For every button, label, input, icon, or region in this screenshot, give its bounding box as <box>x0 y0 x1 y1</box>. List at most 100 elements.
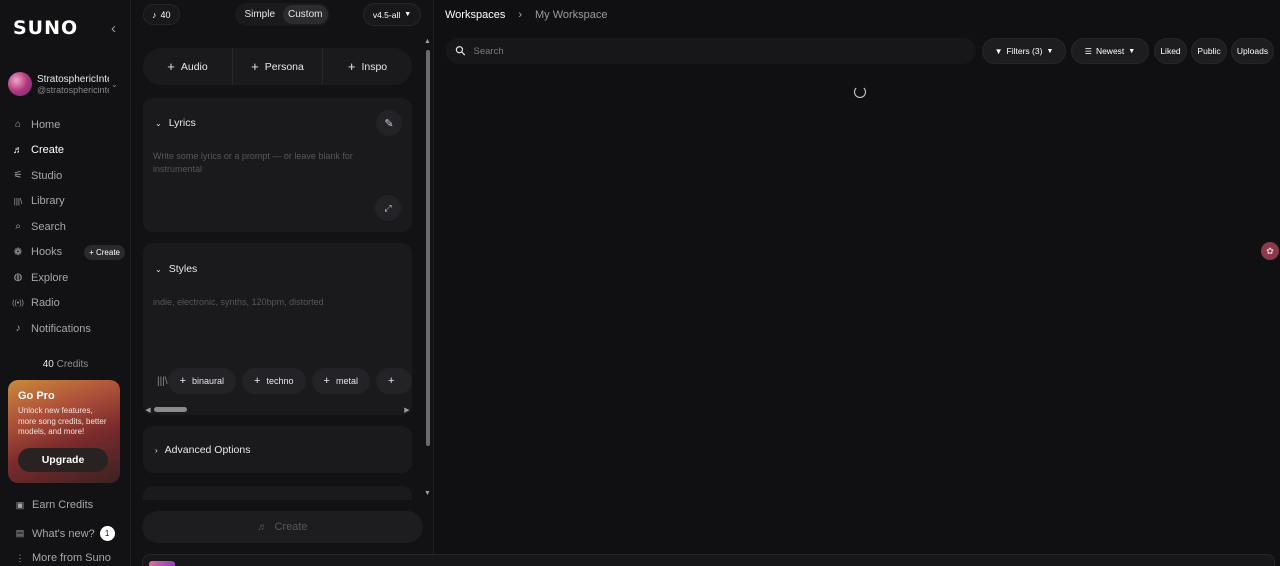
sidebar-item-studio[interactable]: ⚟ Studio <box>10 163 125 189</box>
floating-assistant-icon[interactable]: ✿ <box>1261 242 1279 260</box>
credit-count: 40 <box>160 9 171 20</box>
search-bar[interactable]: ⚲ <box>446 38 976 64</box>
upgrade-button[interactable]: Upgrade <box>18 448 108 472</box>
bell-icon: ♪ <box>15 323 21 335</box>
search-icon: ⚲ <box>451 41 470 60</box>
profile-name: StratosphericInte <box>37 73 109 85</box>
sidebar-item-label: Studio <box>31 169 63 182</box>
sidebar-item-notifications[interactable]: ♪ Notifications <box>10 316 125 342</box>
breadcrumb-current: My Workspace <box>535 9 608 21</box>
model-select[interactable]: v4.5-all ▼ <box>363 3 421 26</box>
add-persona-button[interactable]: + Persona <box>233 48 323 85</box>
caret-down-icon: ▼ <box>1128 47 1136 55</box>
track-thumbnail[interactable] <box>149 561 175 566</box>
plus-icon: + <box>387 375 395 387</box>
create-button[interactable]: ♬ Create <box>142 511 423 543</box>
public-filter-button[interactable]: Public <box>1191 38 1227 64</box>
style-tag[interactable]: + techno <box>242 368 306 394</box>
sidebar-item-radio[interactable]: ((•)) Radio <box>10 291 125 317</box>
add-audio-label: Audio <box>180 60 208 73</box>
music-note-icon: ♪ <box>152 9 157 20</box>
styles-input[interactable]: indie, electronic, synths, 120bpm, disto… <box>153 296 373 309</box>
lyrics-toggle[interactable]: ⌄ Lyrics <box>155 117 196 129</box>
model-value: v4.5-all <box>372 9 401 20</box>
styles-toggle[interactable]: ⌄ Styles <box>155 263 197 275</box>
credits-value: 40 <box>42 359 54 370</box>
sidebar-nav: ⌂ Home ♬ Create ⚟ Studio |||\ Library ⌕ … <box>10 112 125 342</box>
player-bar[interactable] <box>142 554 1275 566</box>
sidebar-item-explore[interactable]: ◍ Explore <box>10 265 125 291</box>
sort-button[interactable]: ☰ Newest ▼ <box>1071 38 1149 64</box>
credits-count: 40 Credits <box>0 359 131 370</box>
sidebar-item-label: Create <box>31 144 65 157</box>
scroll-left-icon[interactable]: ◀ <box>143 406 153 414</box>
plus-icon: + <box>347 59 356 74</box>
plus-icon: + <box>323 375 330 387</box>
advanced-options-toggle[interactable]: › Advanced Options <box>155 444 250 456</box>
mode-custom-tab[interactable]: Custom <box>282 5 328 24</box>
chevron-down-icon: ⌄ <box>155 118 162 128</box>
sort-icon: ☰ <box>1084 46 1092 56</box>
profile-handle: @stratosphericinte <box>37 84 109 95</box>
news-icon: ▤ <box>15 528 25 538</box>
profile-switcher[interactable]: StratosphericInte @stratosphericinte ⌄ <box>8 70 126 98</box>
advanced-options-card[interactable]: › Advanced Options <box>143 426 412 473</box>
tags-horizontal-scrollbar[interactable]: ◀ ▶ <box>143 404 412 415</box>
scroll-right-icon[interactable]: ▶ <box>402 406 412 414</box>
sidebar-item-home[interactable]: ⌂ Home <box>10 112 125 138</box>
hooks-create-button[interactable]: + Create <box>84 244 125 260</box>
sidebar-item-search[interactable]: ⌕ Search <box>10 214 125 240</box>
lyrics-card: ⌄ Lyrics ✎ Write some lyrics or a prompt… <box>143 98 412 232</box>
sidebar-item-create[interactable]: ♬ Create <box>10 138 125 164</box>
sidebar-item-library[interactable]: |||\ Library <box>10 189 125 215</box>
library-icon: |||\ <box>13 196 23 206</box>
magic-wand-button[interactable]: ✎ <box>376 110 402 136</box>
breadcrumb-workspaces[interactable]: Workspaces <box>445 9 505 21</box>
style-tag-label: metal <box>335 376 358 386</box>
uploads-filter-button[interactable]: Uploads <box>1231 38 1274 64</box>
styles-title: Styles <box>168 263 198 275</box>
scroll-up-icon[interactable]: ▲ <box>424 38 431 45</box>
advanced-options-label: Advanced Options <box>164 444 251 456</box>
collapse-sidebar-icon[interactable]: ‹ <box>111 20 116 37</box>
music-note-icon: ♬ <box>257 521 268 533</box>
sidebar-item-label: Library <box>31 195 65 208</box>
profile-text: StratosphericInte @stratosphericinte <box>37 74 109 95</box>
search-input[interactable] <box>473 45 944 57</box>
lyrics-input[interactable]: Write some lyrics or a prompt — or leave… <box>153 150 373 176</box>
sidebar-item-hooks[interactable]: ❁ Hooks + Create <box>10 240 125 266</box>
credit-balance-pill[interactable]: ♪ 40 <box>143 4 180 25</box>
radio-icon: ((•)) <box>12 299 24 307</box>
style-tag[interactable]: + <box>375 368 412 394</box>
gift-icon: ▣ <box>15 499 25 510</box>
style-tag-label: binaural <box>192 376 225 386</box>
style-tag[interactable]: + binaural <box>167 368 237 394</box>
create-panel-scrollbar[interactable]: ▲ ▼ <box>423 38 433 500</box>
filters-button[interactable]: ▼ Filters (3) ▼ <box>982 38 1066 64</box>
library-icon[interactable]: |||\ <box>157 376 168 387</box>
earn-credits-link[interactable]: ▣ Earn Credits <box>14 499 129 511</box>
style-tag[interactable]: + metal <box>311 368 370 394</box>
whats-new-count-badge: 1 <box>99 526 115 541</box>
add-persona-label: Persona <box>264 60 304 73</box>
suno-logo[interactable]: SUNO <box>13 17 78 39</box>
sidebar-item-label: Notifications <box>31 322 91 335</box>
plus-icon: + <box>254 375 261 387</box>
more-from-suno-link[interactable]: ⋮ More from Suno <box>14 552 129 564</box>
earn-credits-label: Earn Credits <box>32 499 94 511</box>
more-dots-icon: ⋮ <box>15 552 25 563</box>
add-audio-button[interactable]: + Audio <box>143 48 233 85</box>
mode-simple-tab[interactable]: Simple <box>237 5 283 24</box>
scroll-down-icon[interactable]: ▼ <box>424 490 431 497</box>
add-inspo-button[interactable]: + Inspo <box>323 48 412 85</box>
lyrics-title: Lyrics <box>168 117 196 129</box>
scrollbar-thumb[interactable] <box>426 50 430 446</box>
expand-lyrics-button[interactable]: ⤢ <box>375 195 401 221</box>
liked-filter-button[interactable]: Liked <box>1154 38 1187 64</box>
music-note-icon: ♬ <box>13 144 23 156</box>
sidebar-item-label: Hooks <box>31 246 63 259</box>
whats-new-link[interactable]: ▤ What's new? 1 <box>14 526 129 541</box>
scrollbar-thumb[interactable] <box>154 407 187 412</box>
go-pro-title: Go Pro <box>18 390 55 402</box>
sidebar-item-label: Radio <box>31 297 60 310</box>
